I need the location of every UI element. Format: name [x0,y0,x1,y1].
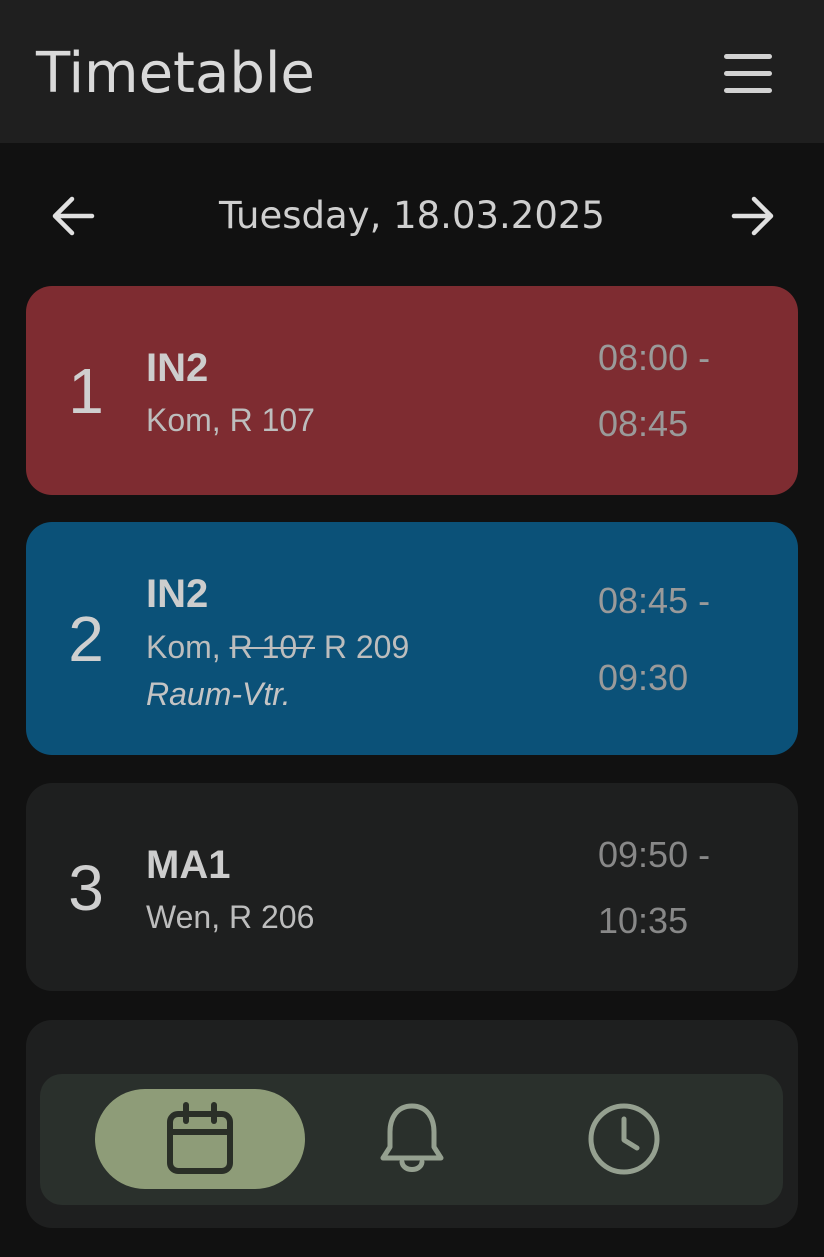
nav-item-timetable[interactable] [95,1089,305,1189]
lesson-details: Kom, R 107 R 209 [146,627,409,667]
lesson-room: R 206 [229,899,315,935]
lesson-teacher: Wen, [146,899,221,935]
lesson-room: R 107 [229,402,315,438]
lesson-number: 1 [68,355,104,427]
date-navigation: Tuesday, 18.03.2025 [0,170,824,262]
lesson-subject: MA1 [146,843,231,887]
lesson-time-start: 08:00 - [598,337,711,378]
lesson-substitution-note: Raum-Vtr. [146,676,291,712]
lesson-time-end: 08:45 [598,403,689,444]
timetable-screen: Timetable Tuesday, 18.03.2025 1 IN2 Kom, [0,0,824,1257]
lesson-time-start: 08:45 - [598,580,711,621]
lesson-number: 3 [68,852,104,924]
previous-day-button[interactable] [48,190,100,242]
arrow-left-icon [52,196,95,236]
lesson-card[interactable]: 2 IN2 Kom, R 107 R 209 Raum-Vtr. 08:45 -… [26,522,798,755]
nav-item-history[interactable] [519,1089,729,1189]
menu-button[interactable] [718,48,778,100]
bell-icon [380,1103,444,1172]
lesson-card[interactable]: 3 MA1 Wen, R 206 09:50 - 10:35 [26,783,798,991]
lesson-teacher: Kom, [146,629,221,665]
lesson-card[interactable]: 1 IN2 Kom, R 107 08:00 - 08:45 [26,286,798,495]
next-day-button[interactable] [726,190,778,242]
lesson-number: 2 [68,603,104,675]
clock-icon [588,1103,660,1175]
lesson-room: R 209 [323,629,410,665]
current-date: Tuesday, 18.03.2025 [219,194,605,237]
lesson-subject: IN2 [146,346,209,390]
lesson-subject: IN2 [146,572,209,616]
lesson-details: Wen, R 206 [146,897,314,937]
nav-item-notifications[interactable] [307,1089,517,1189]
calendar-icon [167,1102,233,1174]
lesson-time-start: 09:50 - [598,834,711,875]
lesson-room-cancelled: R 107 [229,629,315,665]
lesson-time-end: 09:30 [598,657,689,698]
lesson-teacher: Kom, [146,402,221,438]
app-bar: Timetable [0,0,824,143]
lesson-time-end: 10:35 [598,900,689,941]
page-title: Timetable [36,41,315,106]
lesson-details: Kom, R 107 [146,400,315,440]
arrow-right-icon [731,196,774,236]
bottom-navigation [40,1074,783,1205]
